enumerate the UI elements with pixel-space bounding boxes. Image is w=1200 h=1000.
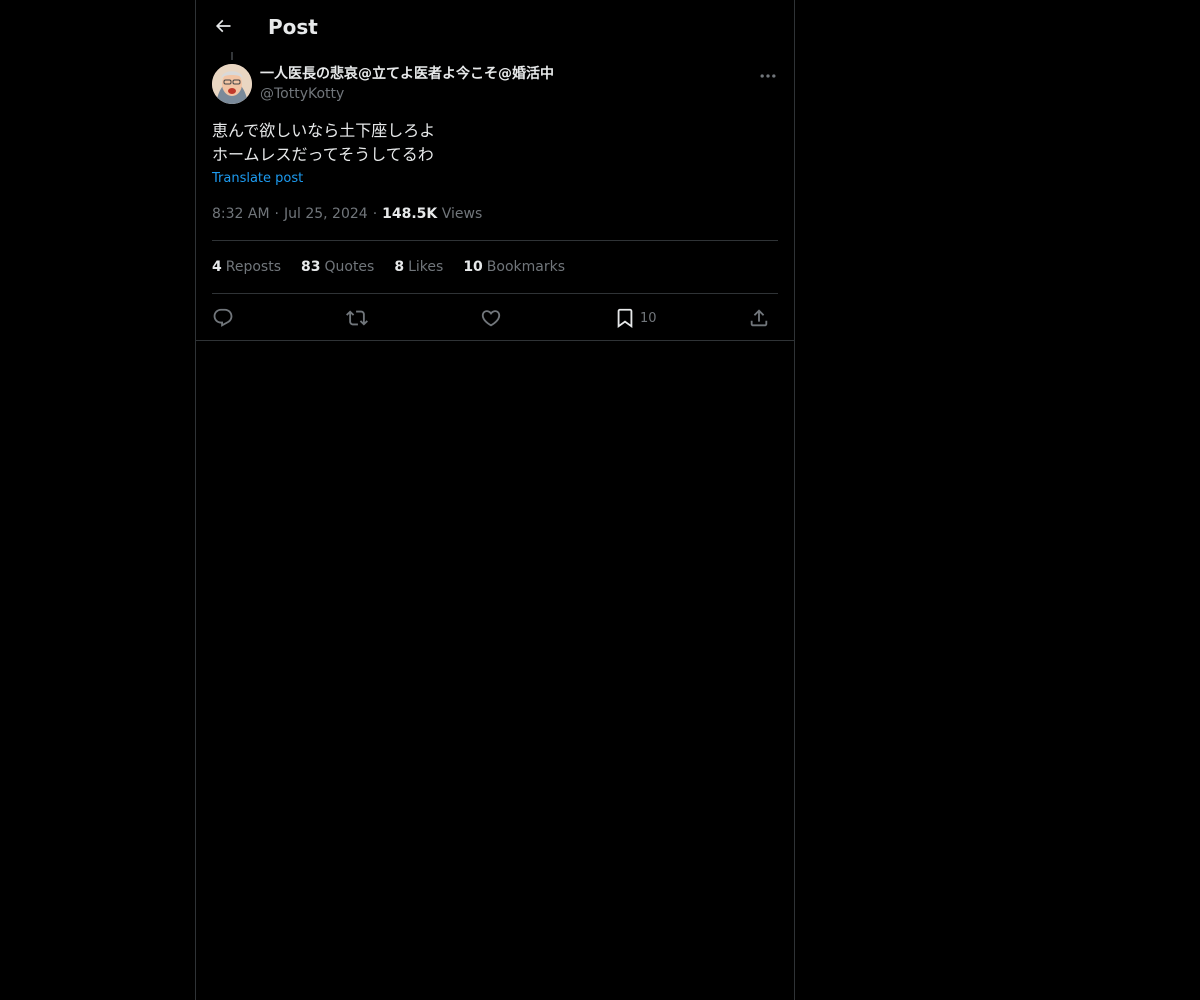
post-bottom-border xyxy=(196,340,794,341)
views-count: 148.5K xyxy=(382,206,438,222)
reply-icon xyxy=(213,308,233,327)
author-handle[interactable]: @TottyKotty xyxy=(260,84,554,104)
bookmark-icon xyxy=(617,308,633,329)
post-text-line: ホームレスだってそうしてるわ xyxy=(212,145,434,164)
views-label: Views xyxy=(441,206,483,222)
post-column: Post 一人医長の悲哀@立てよ医者よ今こそ@婚活中 @TottyKotty 恵… xyxy=(195,0,795,1000)
likes-stat[interactable]: 8 Likes xyxy=(394,257,443,277)
engagement-stats: 4 Reposts 83 Quotes 8 Likes 10 Bookmarks xyxy=(212,257,565,277)
repost-button[interactable] xyxy=(346,304,368,332)
post-text-line: 恵んで欲しいなら土下座しろよ xyxy=(212,121,436,140)
post-author: 一人医長の悲哀@立てよ医者よ今こそ@婚活中 @TottyKotty xyxy=(260,64,554,104)
post-meta: 8:32 AM · Jul 25, 2024 · 148.5K Views xyxy=(212,204,482,224)
page-title: Post xyxy=(268,15,318,39)
bookmark-count: 10 xyxy=(640,310,657,326)
share-button[interactable] xyxy=(748,304,770,332)
translate-post-link[interactable]: Translate post xyxy=(212,170,303,188)
action-bar: 10 xyxy=(212,304,778,332)
quotes-stat[interactable]: 83 Quotes xyxy=(301,257,374,277)
divider xyxy=(212,240,778,241)
bookmark-button[interactable]: 10 xyxy=(614,304,657,332)
reply-button[interactable] xyxy=(212,304,234,332)
post-text: 恵んで欲しいなら土下座しろよ ホームレスだってそうしてるわ xyxy=(212,119,778,167)
like-button[interactable] xyxy=(480,304,502,332)
arrow-left-icon xyxy=(215,19,231,33)
avatar[interactable] xyxy=(212,64,252,104)
meta-separator: · xyxy=(274,206,279,222)
bookmarks-stat[interactable]: 10 Bookmarks xyxy=(463,257,565,277)
heart-icon xyxy=(481,310,501,327)
more-icon xyxy=(760,74,776,78)
meta-separator: · xyxy=(372,206,378,222)
reposts-stat[interactable]: 4 Reposts xyxy=(212,257,281,277)
post-date[interactable]: Jul 25, 2024 xyxy=(284,206,368,222)
author-display-name[interactable]: 一人医長の悲哀@立てよ医者よ今こそ@婚活中 xyxy=(260,64,554,84)
top-bar: Post xyxy=(196,0,794,53)
thread-line xyxy=(231,52,233,60)
repost-icon xyxy=(346,310,368,326)
back-button[interactable] xyxy=(208,11,238,41)
post-time[interactable]: 8:32 AM xyxy=(212,206,270,222)
divider xyxy=(212,293,778,294)
share-icon xyxy=(750,309,768,327)
more-options-button[interactable] xyxy=(756,64,780,88)
